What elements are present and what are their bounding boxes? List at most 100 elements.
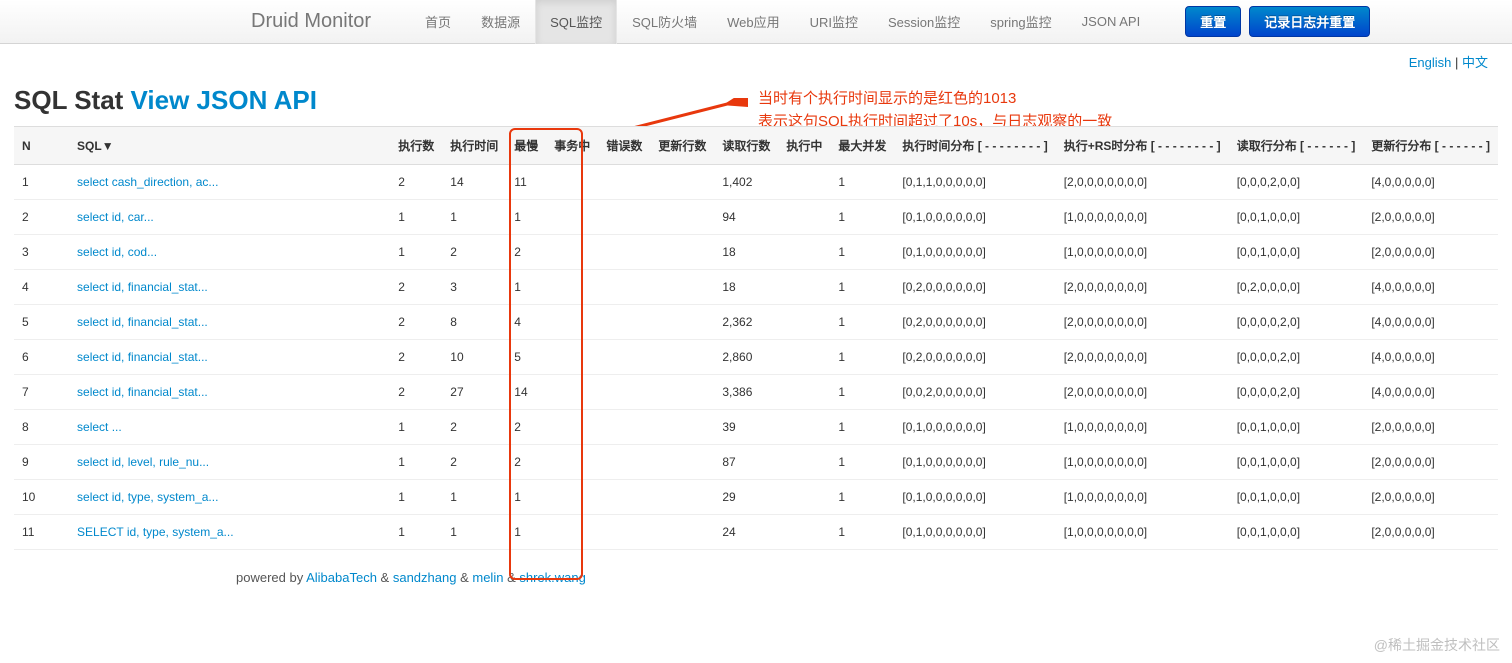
sql-link[interactable]: select cash_direction, ac... [77, 175, 218, 189]
cell-d2: [1,0,0,0,0,0,0,0] [1056, 235, 1229, 270]
cell-tx [546, 515, 598, 550]
col-header-4[interactable]: 最慢 [506, 127, 546, 165]
cell-slow: 2 [506, 410, 546, 445]
sql-link[interactable]: select id, type, system_a... [77, 490, 218, 504]
cell-exec: 2 [390, 270, 442, 305]
cell-d3: [0,0,1,0,0,0] [1229, 515, 1364, 550]
col-header-3[interactable]: 执行时间 [442, 127, 506, 165]
footer-link-sandzhang[interactable]: sandzhang [393, 570, 457, 585]
cell-d1: [0,0,2,0,0,0,0,0] [894, 375, 1055, 410]
cell-ing [778, 445, 830, 480]
col-header-6[interactable]: 错误数 [598, 127, 650, 165]
cell-d2: [1,0,0,0,0,0,0,0] [1056, 515, 1229, 550]
cell-ing [778, 270, 830, 305]
cell-n: 4 [14, 270, 69, 305]
nav-item-7[interactable]: spring监控 [975, 0, 1066, 44]
cell-tx [546, 375, 598, 410]
nav-item-1[interactable]: 数据源 [466, 0, 535, 44]
table-row: 10select id, type, system_a...111291[0,1… [14, 480, 1498, 515]
col-header-14[interactable]: 更新行分布 [ - - - - - - ] [1363, 127, 1498, 165]
title-text: SQL Stat [14, 85, 131, 115]
cell-d1: [0,1,0,0,0,0,0,0] [894, 480, 1055, 515]
cell-d1: [0,2,0,0,0,0,0,0] [894, 340, 1055, 375]
lang-chinese[interactable]: 中文 [1462, 55, 1488, 70]
lang-english[interactable]: English [1409, 55, 1452, 70]
col-header-5[interactable]: 事务中 [546, 127, 598, 165]
col-header-11[interactable]: 执行时间分布 [ - - - - - - - - ] [894, 127, 1055, 165]
cell-maxc: 1 [830, 270, 894, 305]
nav-item-5[interactable]: URI监控 [795, 0, 873, 44]
cell-ing [778, 305, 830, 340]
nav-item-2[interactable]: SQL监控 [535, 0, 617, 44]
nav-item-0[interactable]: 首页 [410, 0, 466, 44]
cell-ing [778, 515, 830, 550]
brand[interactable]: Druid Monitor [236, 0, 386, 43]
cell-sql: select ... [69, 410, 390, 445]
log-reset-button[interactable]: 记录日志并重置 [1249, 6, 1370, 37]
cell-d3: [0,0,1,0,0,0] [1229, 200, 1364, 235]
navbar: Druid Monitor 首页数据源SQL监控SQL防火墙Web应用URI监控… [0, 0, 1512, 44]
footer-link-alibabatech[interactable]: AlibabaTech [306, 570, 377, 585]
cell-maxc: 1 [830, 375, 894, 410]
footer-link-melin[interactable]: melin [472, 570, 503, 585]
cell-d1: [0,1,0,0,0,0,0,0] [894, 235, 1055, 270]
nav-item-3[interactable]: SQL防火墙 [617, 0, 712, 44]
sql-link[interactable]: select id, car... [77, 210, 154, 224]
nav-item-6[interactable]: Session监控 [873, 0, 975, 44]
cell-err [598, 305, 650, 340]
sql-link[interactable]: select id, financial_stat... [77, 280, 208, 294]
cell-d4: [2,0,0,0,0,0] [1363, 515, 1498, 550]
cell-exec: 2 [390, 340, 442, 375]
sql-link[interactable]: select id, level, rule_nu... [77, 455, 209, 469]
col-header-10[interactable]: 最大并发 [830, 127, 894, 165]
cell-n: 10 [14, 480, 69, 515]
cell-n: 1 [14, 165, 69, 200]
cell-d2: [2,0,0,0,0,0,0,0] [1056, 270, 1229, 305]
col-header-12[interactable]: 执行+RS时分布 [ - - - - - - - - ] [1056, 127, 1229, 165]
col-header-0[interactable]: N [14, 127, 69, 165]
cell-read: 3,386 [714, 375, 778, 410]
cell-d2: [2,0,0,0,0,0,0,0] [1056, 165, 1229, 200]
cell-read: 18 [714, 235, 778, 270]
cell-tx [546, 200, 598, 235]
cell-d4: [2,0,0,0,0,0] [1363, 445, 1498, 480]
table-row: 5select id, financial_stat...2842,3621[0… [14, 305, 1498, 340]
cell-exec: 1 [390, 480, 442, 515]
cell-n: 8 [14, 410, 69, 445]
sql-link[interactable]: SELECT id, type, system_a... [77, 525, 234, 539]
cell-exec: 2 [390, 375, 442, 410]
cell-err [598, 410, 650, 445]
sql-link[interactable]: select id, financial_stat... [77, 350, 208, 364]
col-header-1[interactable]: SQL▼ [69, 127, 390, 165]
col-header-7[interactable]: 更新行数 [650, 127, 714, 165]
cell-ing [778, 410, 830, 445]
cell-d3: [0,0,0,0,2,0] [1229, 305, 1364, 340]
nav-item-8[interactable]: JSON API [1067, 1, 1156, 42]
nav-item-4[interactable]: Web应用 [712, 0, 795, 44]
cell-sql: select id, financial_stat... [69, 340, 390, 375]
col-header-8[interactable]: 读取行数 [714, 127, 778, 165]
cell-sql: SELECT id, type, system_a... [69, 515, 390, 550]
sql-link[interactable]: select id, financial_stat... [77, 385, 208, 399]
cell-upd [650, 375, 714, 410]
view-json-api-link[interactable]: View JSON API [131, 85, 317, 115]
col-header-9[interactable]: 执行中 [778, 127, 830, 165]
cell-time: 2 [442, 445, 506, 480]
col-header-2[interactable]: 执行数 [390, 127, 442, 165]
cell-d1: [0,1,0,0,0,0,0,0] [894, 445, 1055, 480]
table-row: 4select id, financial_stat...231181[0,2,… [14, 270, 1498, 305]
cell-d4: [2,0,0,0,0,0] [1363, 235, 1498, 270]
sql-link[interactable]: select ... [77, 420, 122, 434]
table-row: 8select ...122391[0,1,0,0,0,0,0,0][1,0,0… [14, 410, 1498, 445]
sql-link[interactable]: select id, cod... [77, 245, 157, 259]
cell-maxc: 1 [830, 480, 894, 515]
footer-link-shrek.wang[interactable]: shrek.wang [519, 570, 585, 585]
cell-d2: [1,0,0,0,0,0,0,0] [1056, 480, 1229, 515]
cell-d4: [2,0,0,0,0,0] [1363, 480, 1498, 515]
col-header-13[interactable]: 读取行分布 [ - - - - - - ] [1229, 127, 1364, 165]
cell-sql: select id, financial_stat... [69, 270, 390, 305]
reset-button[interactable]: 重置 [1185, 6, 1241, 37]
sql-link[interactable]: select id, financial_stat... [77, 315, 208, 329]
cell-d3: [0,0,1,0,0,0] [1229, 480, 1364, 515]
cell-exec: 1 [390, 200, 442, 235]
